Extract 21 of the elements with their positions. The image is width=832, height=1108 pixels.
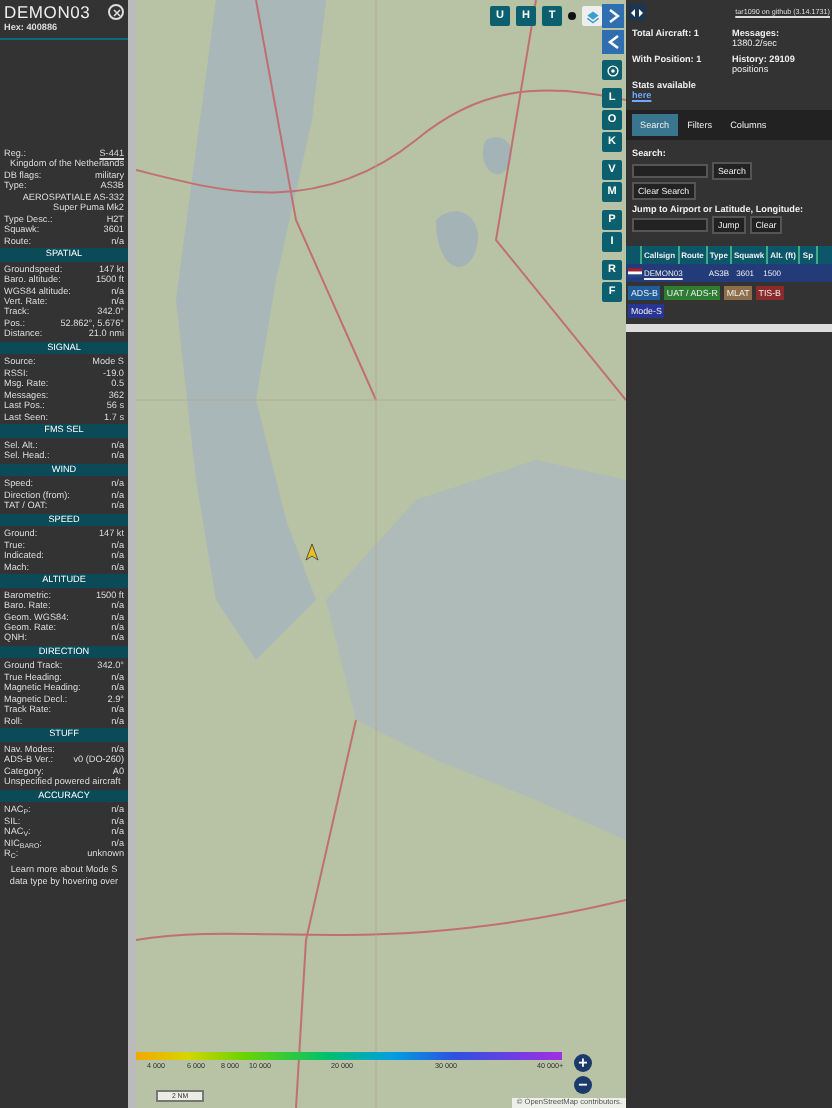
close-icon	[111, 7, 121, 17]
scrollbar[interactable]	[128, 0, 136, 1108]
expand-button[interactable]	[628, 4, 646, 20]
zoom-out-button[interactable]: −	[574, 1076, 592, 1094]
expand-icon	[630, 7, 644, 17]
jump-field[interactable]	[632, 218, 708, 232]
settings-button[interactable]	[602, 60, 622, 80]
layers-icon	[585, 9, 599, 23]
layers-button[interactable]	[582, 6, 602, 26]
flag-icon	[627, 268, 641, 278]
chevron-right-icon	[607, 8, 619, 24]
next-button[interactable]	[602, 4, 624, 28]
horizontal-scrollbar[interactable]	[626, 323, 832, 331]
dot-icon	[568, 12, 576, 20]
search-field[interactable]	[632, 163, 708, 177]
previous-button[interactable]	[602, 30, 624, 54]
zoom-in-button[interactable]: +	[574, 1054, 592, 1072]
callsign-title: DEMON03	[4, 4, 91, 22]
chevron-left-icon	[607, 34, 619, 50]
settings-icon	[605, 63, 619, 77]
close-button[interactable]	[108, 4, 124, 20]
